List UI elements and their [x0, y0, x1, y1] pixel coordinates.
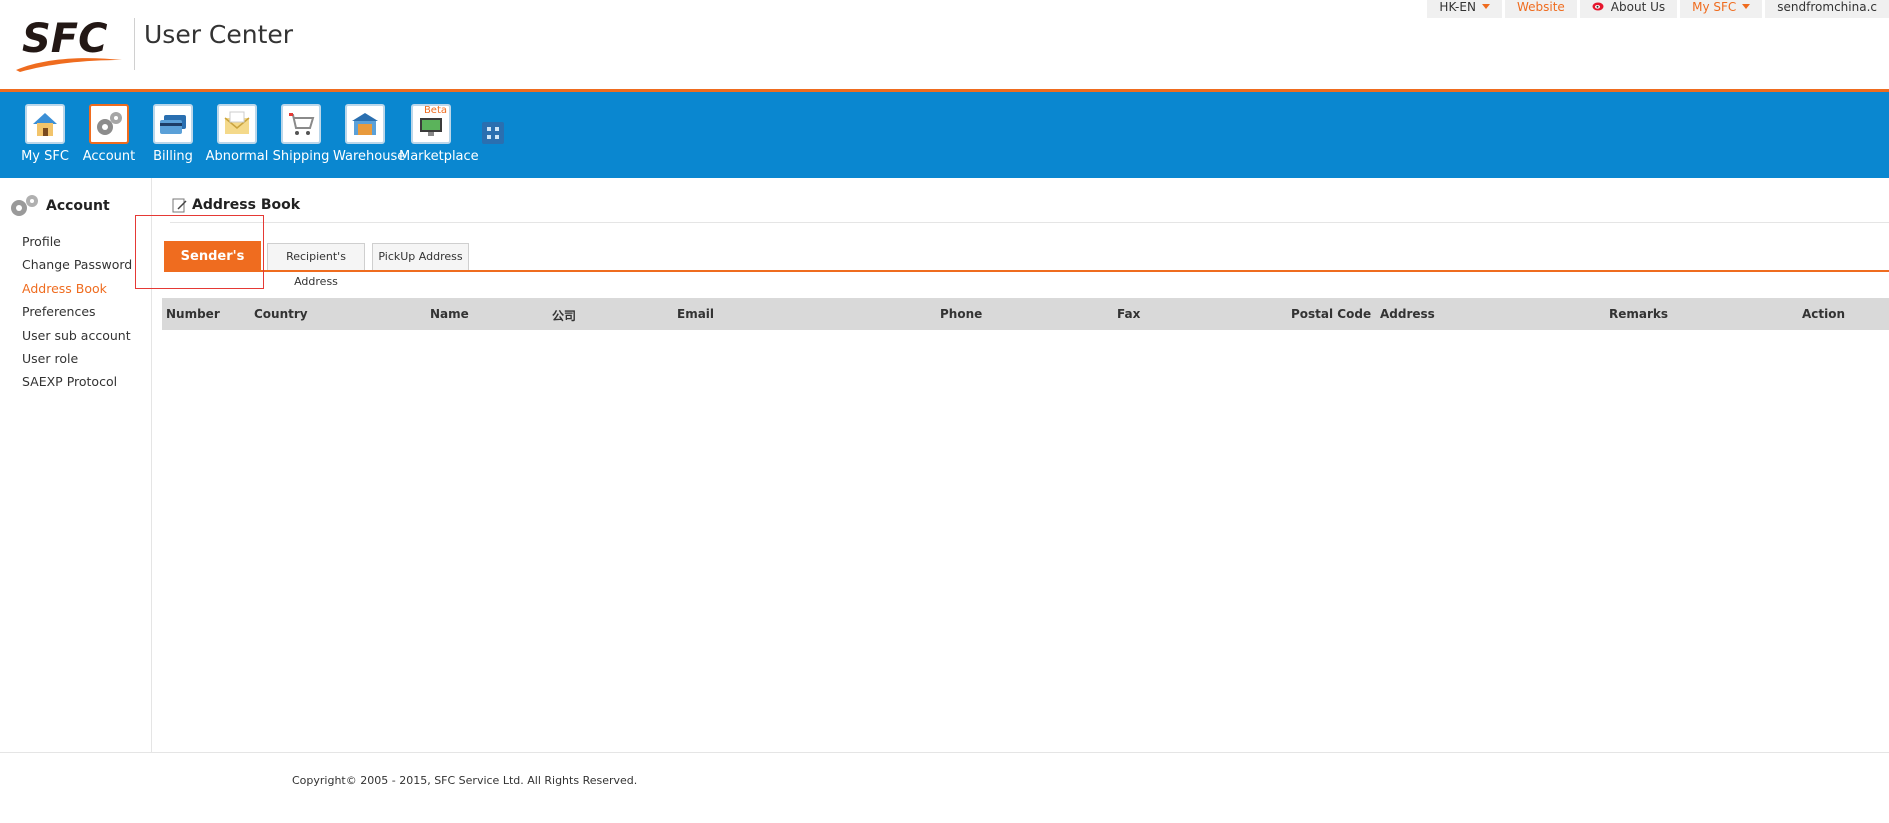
cart-icon — [281, 104, 321, 144]
sidebar-item-saexp-protocol[interactable]: SAEXP Protocol — [22, 374, 132, 397]
sidebar-menu: Profile Change Password Address Book Pre… — [22, 234, 132, 398]
nav-item-marketplace[interactable]: Beta Marketplace — [399, 104, 479, 164]
envelope-icon — [217, 104, 257, 144]
column-header-phone: Phone — [940, 307, 983, 321]
nav-item-abnormal[interactable]: Abnormal — [205, 104, 269, 164]
header: SFC User Center HK-EN Website About Us M… — [0, 0, 1889, 90]
monitor-icon: Beta — [411, 104, 451, 144]
home-icon — [25, 104, 65, 144]
my-sfc-menu[interactable]: My SFC — [1680, 0, 1763, 18]
website-label: Website — [1516, 0, 1565, 14]
domain-link[interactable]: sendfromchina.c — [1765, 0, 1889, 18]
copyright-text: Copyright© 2005 - 2015, SFC Service Ltd.… — [292, 774, 638, 787]
column-header-action: Action — [1802, 307, 1846, 321]
sidebar-item-profile[interactable]: Profile — [22, 234, 132, 257]
svg-text:SFC: SFC — [22, 16, 108, 62]
main-content: Address Book Sender's Recipient's Addres… — [160, 178, 1889, 752]
nav-item-warehouse[interactable]: Warehouse — [333, 104, 406, 164]
tab-underline — [164, 270, 1889, 272]
website-link[interactable]: Website — [1504, 0, 1577, 18]
chevron-down-icon — [1742, 4, 1751, 9]
sidebar-item-change-password[interactable]: Change Password — [22, 257, 132, 280]
column-header-email: Email — [677, 307, 715, 321]
edit-note-icon — [172, 198, 187, 213]
nav-label: Abnormal — [205, 149, 269, 164]
sidebar-item-user-sub-account[interactable]: User sub account — [22, 328, 132, 351]
sidebar-title: Account — [46, 198, 110, 214]
column-header-fax: Fax — [1117, 307, 1141, 321]
table-header: Number Country Name 公司 Email Phone Fax P… — [162, 298, 1889, 330]
weibo-icon — [1592, 2, 1604, 11]
column-header-postal-code: Postal Code — [1291, 307, 1372, 321]
language-label: HK-EN — [1439, 0, 1476, 14]
nav-item-billing[interactable]: Billing — [141, 104, 205, 164]
about-us-link[interactable]: About Us — [1579, 0, 1678, 18]
column-header-country: Country — [254, 307, 308, 321]
column-header-address: Address — [1380, 307, 1435, 321]
nav-label: Marketplace — [399, 149, 479, 164]
nav-label: My SFC — [21, 149, 69, 164]
column-header-name: Name — [430, 307, 469, 321]
logo-divider — [134, 18, 135, 70]
about-us-label: About Us — [1610, 0, 1666, 14]
tab-pickup-address[interactable]: PickUp Address — [372, 243, 469, 270]
column-header-company: 公司 — [552, 309, 577, 323]
footer-divider — [0, 752, 1889, 753]
sidebar-item-user-role[interactable]: User role — [22, 351, 132, 374]
main-nav: My SFC Account Billing Abnormal Shipping… — [0, 92, 1889, 178]
column-header-number: Number — [166, 307, 220, 321]
warehouse-icon — [345, 104, 385, 144]
sidebar: Account Profile Change Password Address … — [0, 178, 152, 752]
tab-recipients-address[interactable]: Recipient's Address — [267, 243, 365, 288]
nav-item-shipping[interactable]: Shipping — [269, 104, 333, 164]
top-links: HK-EN Website About Us My SFC sendfromch… — [1427, 0, 1889, 18]
domain-label: sendfromchina.c — [1777, 0, 1877, 14]
title-divider — [170, 222, 1889, 223]
gear-icon — [11, 195, 38, 216]
gear-icon — [89, 104, 129, 144]
credit-card-icon — [153, 104, 193, 144]
nav-item-account[interactable]: Account — [77, 104, 141, 164]
sidebar-header: Account — [8, 194, 110, 218]
chevron-down-icon — [1481, 4, 1490, 9]
page-title: Address Book — [172, 197, 300, 213]
highlight-box — [135, 215, 264, 289]
beta-badge: Beta — [423, 105, 447, 116]
column-header-remarks: Remarks — [1609, 307, 1669, 321]
nav-label: Account — [82, 149, 136, 164]
page-title-text: Address Book — [192, 197, 301, 213]
site-title: User Center — [144, 20, 294, 49]
grid-icon[interactable] — [482, 122, 504, 144]
sfc-logo[interactable]: SFC — [14, 14, 126, 72]
my-sfc-label: My SFC — [1692, 0, 1737, 14]
sidebar-item-address-book[interactable]: Address Book — [22, 281, 132, 304]
language-select[interactable]: HK-EN — [1427, 0, 1502, 18]
nav-label: Billing — [153, 149, 193, 164]
nav-item-my-sfc[interactable]: My SFC — [13, 104, 77, 164]
nav-label: Shipping — [272, 149, 330, 164]
nav-label: Warehouse — [333, 149, 406, 164]
sidebar-item-preferences[interactable]: Preferences — [22, 304, 132, 327]
